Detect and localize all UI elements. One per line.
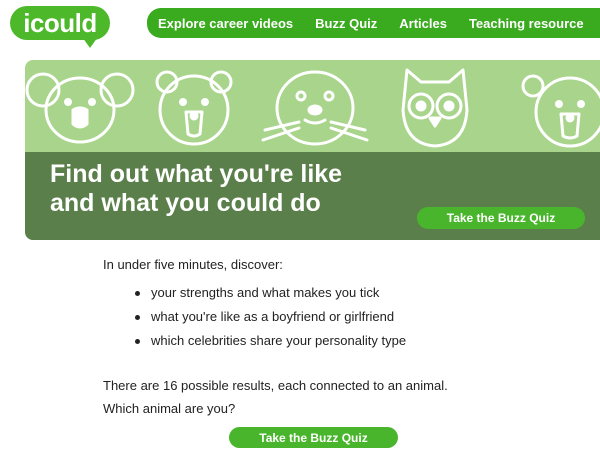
logo-text: icould <box>23 8 97 38</box>
take-buzz-quiz-button-banner[interactable]: Take the Buzz Quiz <box>417 207 585 229</box>
bullet-icon <box>135 291 140 296</box>
list-item: your strengths and what makes you tick <box>103 284 573 308</box>
take-buzz-quiz-button[interactable]: Take the Buzz Quiz <box>229 427 398 448</box>
bullet-icon <box>135 315 140 320</box>
headline-line-2: and what you could do <box>50 189 321 217</box>
seal-icon <box>261 70 369 146</box>
list-item-text: what you're like as a boyfriend or girlf… <box>151 309 395 324</box>
koala-icon <box>25 72 135 144</box>
list-item-text: which celebrities share your personality… <box>151 333 407 348</box>
bear-icon <box>155 70 233 146</box>
hero-banner: Find out what you're like and what you c… <box>25 60 600 240</box>
polar-bear-icon <box>521 74 600 148</box>
results-text: There are 16 possible results, each conn… <box>103 374 573 420</box>
bullet-icon <box>135 339 140 344</box>
list-item-text: your strengths and what makes you tick <box>151 285 380 300</box>
nav-teaching-resources[interactable]: Teaching resource <box>469 16 584 31</box>
quiz-description: In under five minutes, discover: your st… <box>103 256 573 356</box>
nav-buzz-quiz[interactable]: Buzz Quiz <box>315 16 377 31</box>
nav-articles[interactable]: Articles <box>399 16 447 31</box>
banner-headline: Find out what you're like and what you c… <box>50 160 440 218</box>
owl-icon <box>401 68 469 148</box>
benefits-list: your strengths and what makes you tick w… <box>103 284 573 356</box>
nav-explore-career-videos[interactable]: Explore career videos <box>158 16 293 31</box>
list-item: what you're like as a boyfriend or girlf… <box>103 308 573 332</box>
results-line-1: There are 16 possible results, each conn… <box>103 378 448 393</box>
list-item: which celebrities share your personality… <box>103 332 573 356</box>
top-nav: Explore career videos Buzz Quiz Articles… <box>147 8 600 38</box>
headline-line-1: Find out what you're like <box>50 160 343 188</box>
intro-text: In under five minutes, discover: <box>103 257 283 272</box>
animal-icons-strip <box>25 68 600 148</box>
results-line-2: Which animal are you? <box>103 401 236 416</box>
icould-logo[interactable]: icould <box>10 6 110 50</box>
